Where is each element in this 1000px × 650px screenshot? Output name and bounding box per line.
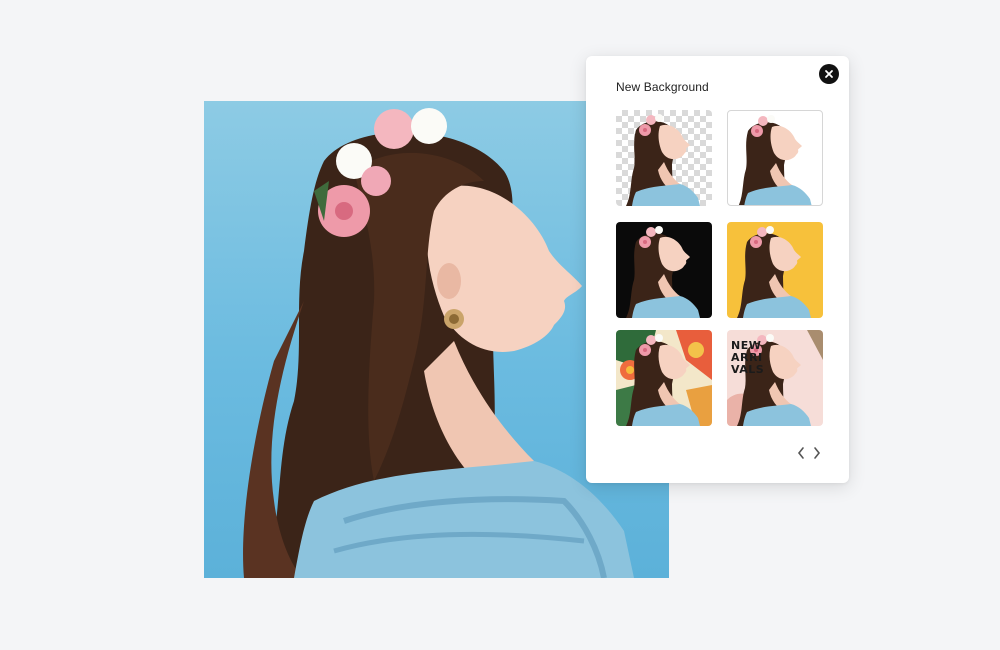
new-arrivals-text: NEW ARRI VALS xyxy=(731,339,765,376)
person-cutout xyxy=(738,115,812,205)
background-option-yellow[interactable] xyxy=(727,222,823,318)
background-option-white[interactable] xyxy=(727,110,823,206)
prev-page-button[interactable] xyxy=(796,446,806,460)
background-option-transparent[interactable] xyxy=(616,110,712,206)
background-option-black[interactable] xyxy=(616,222,712,318)
person-cutout xyxy=(626,334,700,426)
chevron-left-icon xyxy=(797,447,804,459)
background-option-new-arrivals[interactable]: NEW ARRI VALS xyxy=(727,330,823,426)
person-cutout xyxy=(626,226,700,318)
next-page-button[interactable] xyxy=(812,446,822,460)
pager xyxy=(796,446,822,460)
new-background-panel: New Background NEW ARRI VALS xyxy=(586,56,849,483)
close-icon xyxy=(825,70,833,78)
background-option-floral[interactable] xyxy=(616,330,712,426)
person-cutout xyxy=(626,114,700,206)
close-button[interactable] xyxy=(819,64,839,84)
chevron-right-icon xyxy=(814,447,821,459)
person-cutout xyxy=(737,226,811,318)
panel-title: New Background xyxy=(616,80,709,94)
